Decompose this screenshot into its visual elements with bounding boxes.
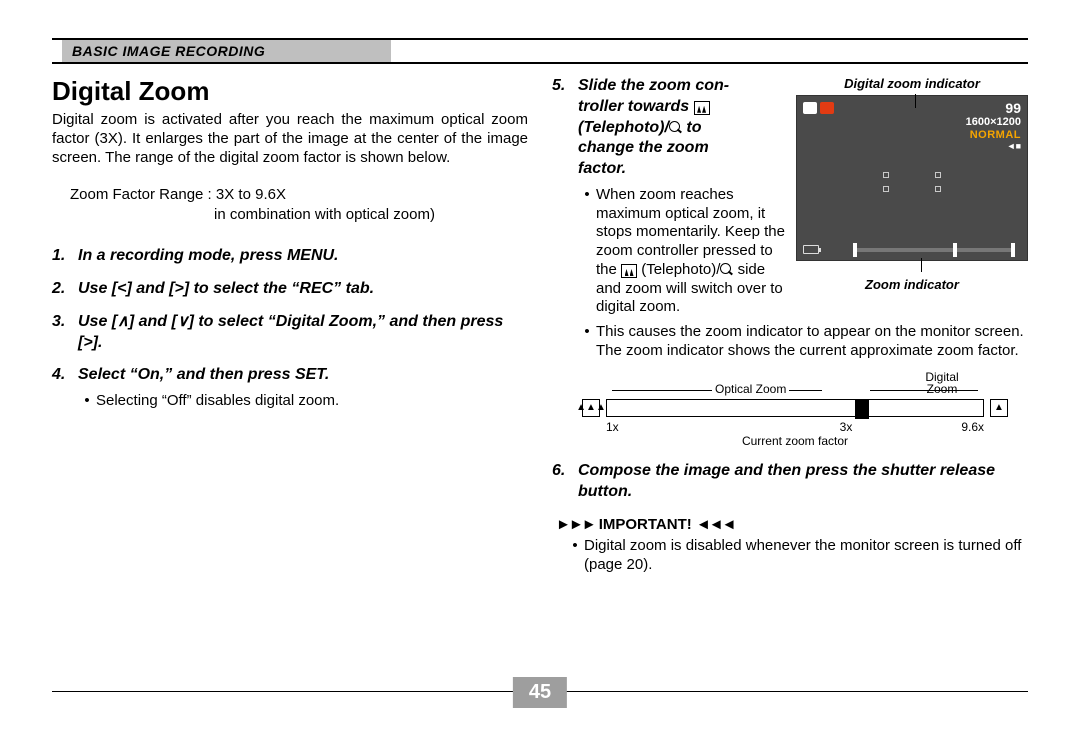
screen-zoom-bar — [853, 248, 1015, 252]
steps-list-right: 5. Slide the zoom con- troller towards (… — [552, 76, 1028, 365]
zoom-bar — [606, 399, 984, 417]
range-sub: in combination with optical zoom) — [214, 205, 528, 225]
down-key-icon: ∨ — [177, 313, 189, 330]
step-5-bullet-1: When zoom reaches maximum optical zoom, … — [578, 186, 788, 317]
step-5-bullet-2: This causes the zoom indicator to appear… — [578, 323, 1028, 361]
zoom-cursor — [855, 399, 869, 419]
wide-icon: ▲▲▲ — [582, 399, 600, 417]
step-5-text: Slide the zoom con- troller towards (Tel… — [578, 76, 788, 321]
zoom-range-block: Zoom Factor Range 3X to 9.6X in combinat… — [70, 185, 528, 224]
page-title: Digital Zoom — [52, 76, 528, 107]
resolution: 1600×1200 — [966, 116, 1021, 129]
intro-paragraph: Digital zoom is activated after you reac… — [52, 111, 528, 167]
two-column-content: Digital Zoom Digital zoom is activated a… — [52, 76, 1028, 579]
telephoto-icon — [694, 101, 710, 115]
focus-bracket-icon — [883, 186, 889, 192]
step-1: 1. In a recording mode, press MENU. — [52, 246, 528, 267]
step-4-bullet: Selecting “Off” disables digital zoom. — [78, 392, 528, 411]
screen-top-right: 99 1600×1200 NORMAL ◄■ — [966, 100, 1021, 152]
screen-small-icon: ◄■ — [966, 141, 1021, 151]
telephoto-icon — [621, 264, 637, 278]
magnifier-icon — [669, 121, 682, 134]
right-key-icon: > — [174, 280, 183, 297]
range-value: 3X to 9.6X — [216, 185, 286, 205]
screen-mode-icons — [803, 102, 834, 114]
page-number: 45 — [513, 677, 567, 708]
focus-bracket-icon — [883, 172, 889, 178]
right-key-icon: > — [83, 334, 92, 351]
range-label: Zoom Factor Range — [70, 185, 216, 205]
important-bullet: Digital zoom is disabled whenever the mo… — [566, 537, 1028, 575]
scale-96x: 9.6x — [961, 421, 984, 433]
steps-list-left: 1. In a recording mode, press MENU. 2. U… — [52, 246, 528, 415]
screen-figure: Digital zoom indicator 99 1600×1200 — [796, 76, 1028, 321]
dz-indicator-icon — [820, 102, 834, 114]
tele-icon: ▲ — [990, 399, 1008, 417]
step-3: 3. Use [∧] and [∨] to select “Digital Zo… — [52, 312, 528, 354]
step-5: 5. Slide the zoom con- troller towards (… — [552, 76, 1028, 365]
camera-screen: 99 1600×1200 NORMAL ◄■ — [796, 95, 1028, 261]
focus-bracket-icon — [935, 172, 941, 178]
magnifier-icon — [720, 263, 733, 276]
zoom-indicator-label: Zoom indicator — [796, 277, 1028, 294]
section-header: BASIC IMAGE RECORDING — [52, 38, 1028, 64]
step-2: 2. Use [<] and [>] to select the “REC” t… — [52, 279, 528, 300]
zoom-scale: 1x 3x 9.6x — [606, 421, 984, 433]
section-title: BASIC IMAGE RECORDING — [62, 40, 391, 62]
quality: NORMAL — [966, 129, 1021, 142]
optical-zoom-label: Optical Zoom — [712, 383, 789, 395]
up-key-icon: ∧ — [117, 313, 129, 330]
current-zoom-label: Current zoom factor — [582, 435, 1008, 447]
shots-remaining: 99 — [966, 100, 1021, 116]
arrow-left-icon: ◄◄◄ — [696, 516, 735, 533]
digital-zoom-label: Digital Zoom — [914, 371, 970, 396]
mode-icon — [803, 102, 817, 114]
arrow-right-icon: ►►► — [556, 516, 595, 533]
battery-icon — [803, 245, 819, 254]
right-column: 5. Slide the zoom con- troller towards (… — [552, 76, 1028, 579]
zoom-range-diagram: Optical Zoom Digital Zoom ▲▲▲ ▲ 1x 3x 9.… — [582, 383, 1008, 447]
step-4: 4. Select “On,” and then press SET. Sele… — [52, 365, 528, 415]
dz-indicator-label: Digital zoom indicator — [796, 76, 1028, 93]
focus-bracket-icon — [935, 186, 941, 192]
step-6: 6. Compose the image and then press the … — [552, 461, 1028, 503]
important-heading: ►►► IMPORTANT! ◄◄◄ — [556, 516, 1028, 533]
scale-3x: 3x — [840, 421, 853, 433]
steps-list-right-2: 6. Compose the image and then press the … — [552, 461, 1028, 503]
left-column: Digital Zoom Digital zoom is activated a… — [52, 76, 528, 579]
scale-1x: 1x — [606, 421, 619, 433]
